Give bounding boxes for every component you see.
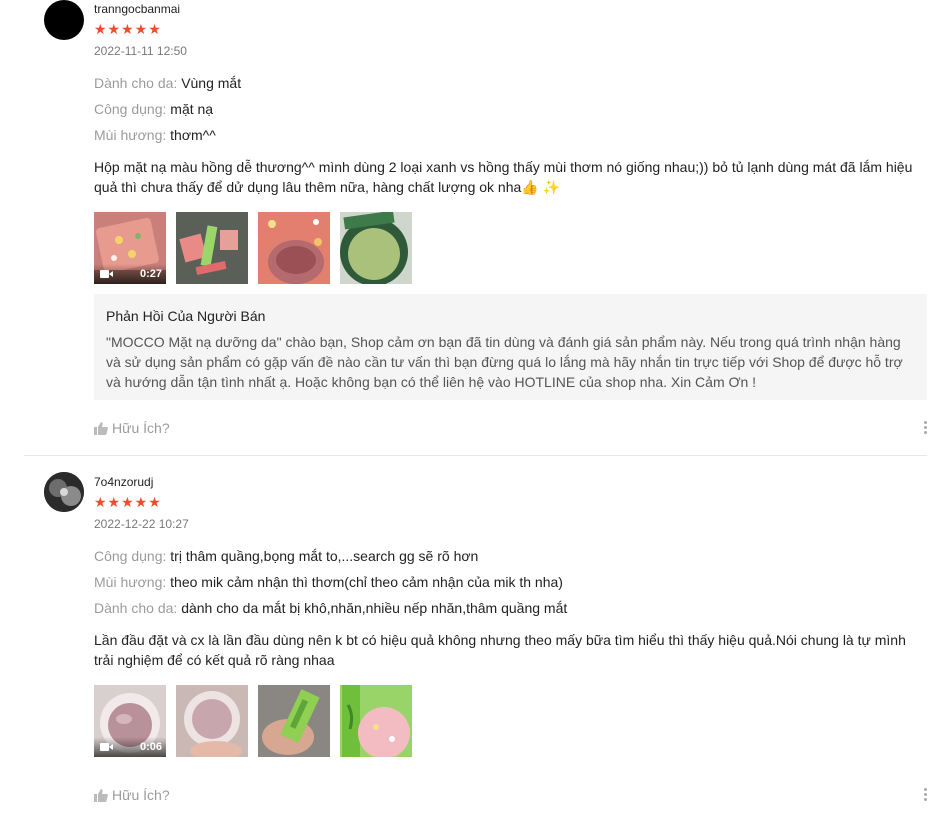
review-date: 2022-12-22 10:27 — [94, 517, 189, 531]
review-image-thumbnail[interactable] — [176, 212, 248, 284]
seller-reply-line: và sử dụng sản phẩm có gặp vấn đề nào cầ… — [106, 354, 903, 370]
video-camera-icon — [100, 270, 113, 278]
helpful-label: Hữu Ích? — [112, 787, 170, 803]
avatar[interactable] — [44, 0, 84, 40]
attribute-scent: Mùi hương: theo mik cảm nhận thì thơm(ch… — [94, 574, 563, 590]
attribute-key: Công dụng: — [94, 101, 167, 117]
review-image-thumbnail[interactable] — [340, 685, 412, 757]
seller-reply: Phản Hồi Của Người Bán "MOCCO Mặt nạ dưỡ… — [94, 294, 927, 400]
review-content: Hộp mặt nạ màu hồng dễ thương^^ mình dùn… — [94, 157, 918, 197]
attribute-value: dành cho da mắt bị khô,nhăn,nhiều nếp nh… — [181, 600, 568, 616]
attribute-value: theo mik cảm nhận thì thơm(chỉ theo cảm … — [170, 574, 563, 590]
review-image — [340, 685, 412, 757]
helpful-button[interactable]: Hữu Ích? — [94, 787, 170, 803]
helpful-button[interactable]: Hữu Ích? — [94, 420, 170, 436]
review-content-line: Hộp mặt nạ màu hồng dễ thương^^ mình dùn… — [94, 159, 913, 175]
attribute-scent: Mùi hương: thơm^^ — [94, 127, 216, 143]
video-badge: 0:06 — [94, 737, 166, 757]
star-rating: ★★★★★ — [94, 494, 162, 510]
review-image — [176, 685, 248, 757]
video-badge: 0:27 — [94, 264, 166, 284]
attribute-value: mặt nạ — [170, 101, 214, 117]
review-content-line: quả thì chưa thấy để dử dụng lâu thêm nữ… — [94, 179, 561, 195]
review-date: 2022-11-11 12:50 — [94, 44, 187, 58]
attribute-key: Dành cho da: — [94, 600, 178, 616]
video-duration: 0:06 — [139, 741, 162, 753]
seller-reply-title: Phản Hồi Của Người Bán — [106, 308, 266, 324]
avatar-image — [44, 472, 84, 512]
helpful-label: Hữu Ích? — [112, 420, 170, 436]
review-content: Lần đầu đặt và cx là lần đầu dùng nên k … — [94, 630, 918, 670]
review-image — [258, 685, 330, 757]
attribute-skin-type: Dành cho da: dành cho da mắt bị khô,nhăn… — [94, 600, 567, 616]
review-image-thumbnail[interactable] — [340, 212, 412, 284]
review-image-thumbnail[interactable] — [176, 685, 248, 757]
video-duration: 0:27 — [139, 268, 162, 280]
review-video-thumbnail[interactable]: 0:27 — [94, 212, 166, 284]
star-rating: ★★★★★ — [94, 21, 162, 37]
attribute-key: Công dụng: — [94, 548, 167, 564]
review-video-thumbnail[interactable]: 0:06 — [94, 685, 166, 757]
attribute-key: Dành cho da: — [94, 75, 178, 91]
attribute-usage: Công dụng: trị thâm quầng,bọng mắt to,..… — [94, 548, 478, 564]
review-image — [258, 212, 330, 284]
attribute-key: Mùi hương: — [94, 574, 167, 590]
more-options-icon[interactable] — [920, 419, 930, 437]
username: 7o4nzorudj — [94, 475, 154, 489]
review-image — [176, 212, 248, 284]
attribute-value: thơm^^ — [170, 127, 216, 143]
username: tranngocbanmai — [94, 2, 181, 16]
attribute-usage: Công dụng: mặt nạ — [94, 101, 213, 117]
review-divider — [24, 455, 927, 456]
review-image — [340, 212, 412, 284]
attribute-key: Mùi hương: — [94, 127, 167, 143]
avatar[interactable] — [44, 472, 84, 512]
seller-reply-line: "MOCCO Mặt nạ dưỡng da" chào bạn, Shop c… — [106, 334, 901, 350]
thumbs-up-icon — [94, 421, 108, 435]
attribute-value: trị thâm quầng,bọng mắt to,...search gg … — [170, 548, 479, 564]
attribute-skin-type: Dành cho da: Vùng mắt — [94, 75, 241, 91]
review-content-line: Lần đầu đặt và cx là lần đầu dùng nên k … — [94, 632, 906, 648]
seller-reply-body: "MOCCO Mặt nạ dưỡng da" chào bạn, Shop c… — [106, 332, 916, 392]
seller-reply-line: và hướng dẫn tận tình nhất ạ. Hoặc không… — [106, 374, 757, 390]
thumbs-up-icon — [94, 788, 108, 802]
review-content-line: trải nghiệm để có kết quả rõ ràng nhaa — [94, 652, 335, 668]
more-options-icon[interactable] — [920, 786, 930, 804]
review-image-thumbnail[interactable] — [258, 212, 330, 284]
attribute-value: Vùng mắt — [181, 75, 242, 91]
video-camera-icon — [100, 743, 113, 751]
review-image-thumbnail[interactable] — [258, 685, 330, 757]
